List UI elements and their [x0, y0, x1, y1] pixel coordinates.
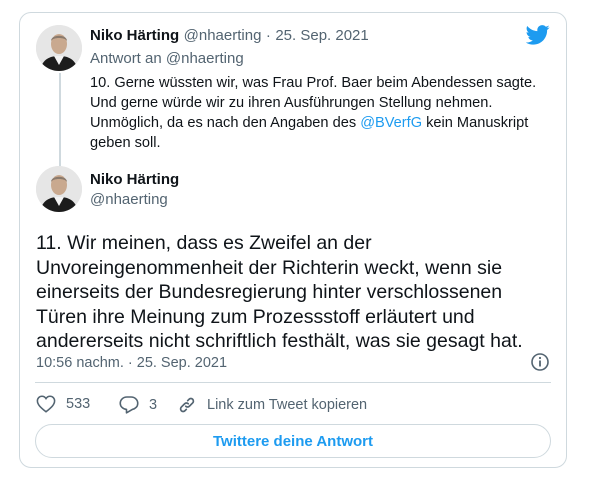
- thread-line: [59, 73, 61, 171]
- reply-prefix: Antwort an: [90, 50, 162, 67]
- parent-author-name[interactable]: Niko Härting: [90, 27, 179, 44]
- heart-icon: [36, 395, 56, 413]
- embedded-tweet-card: Niko Härting @nhaerting · 25. Sep. 2021 …: [19, 12, 567, 468]
- parent-date[interactable]: 25. Sep. 2021: [275, 27, 368, 44]
- main-author-name[interactable]: Niko Härting: [90, 171, 179, 188]
- info-icon[interactable]: [530, 352, 550, 377]
- main-avatar[interactable]: [36, 166, 82, 212]
- main-handle[interactable]: @nhaerting: [90, 191, 168, 208]
- reply-to-handle[interactable]: @nhaerting: [166, 50, 244, 67]
- parent-avatar[interactable]: [36, 25, 82, 71]
- reply-count: 3: [149, 396, 158, 413]
- reply-context: Antwort an @nhaerting: [90, 50, 244, 67]
- copy-link-action[interactable]: Link zum Tweet kopieren: [177, 395, 367, 415]
- parent-tweet-text: 10. Gerne wüssten wir, was Frau Prof. Ba…: [90, 73, 540, 153]
- main-tweet-timestamp[interactable]: 10:56 nachm. · 25. Sep. 2021: [36, 355, 227, 371]
- tweet-your-reply-button[interactable]: Twittere deine Antwort: [35, 424, 551, 458]
- twitter-bird-icon[interactable]: [525, 25, 550, 50]
- reply-button-label: Twittere deine Antwort: [212, 432, 373, 450]
- parent-separator: ·: [265, 27, 271, 44]
- reply-icon: [119, 396, 139, 414]
- mention-link[interactable]: @BVerfG: [360, 115, 422, 131]
- copy-link-label: Link zum Tweet kopieren: [207, 397, 368, 413]
- link-icon: [179, 397, 195, 413]
- main-tweet-text: 11. Wir meinen, dass es Zweifel an der U…: [36, 232, 523, 352]
- parent-handle[interactable]: @nhaerting: [184, 27, 262, 44]
- parent-tweet-header: Niko Härting @nhaerting · 25. Sep. 2021: [90, 27, 369, 45]
- like-action[interactable]: 533: [36, 395, 90, 413]
- divider: [35, 382, 551, 383]
- reply-action[interactable]: 3: [119, 395, 157, 414]
- like-count: 533: [66, 396, 91, 412]
